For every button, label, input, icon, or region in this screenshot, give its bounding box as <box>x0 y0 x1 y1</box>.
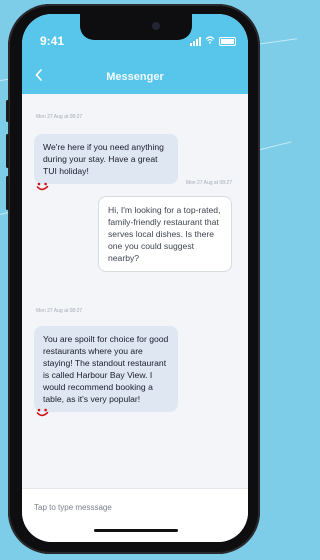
message-timestamp: Mon 27 Aug at 08:27 <box>36 114 83 120</box>
agent-message-bubble: You are spoilt for choice for good resta… <box>34 326 178 412</box>
page-title: Messenger <box>106 71 164 83</box>
phone-side-button <box>6 100 9 122</box>
signal-icon <box>190 36 201 46</box>
status-time: 9:41 <box>40 34 65 48</box>
phone-screen: 9:41 Messenger Mon 27 Aug at 08:27 We're… <box>22 14 248 542</box>
agent-message-bubble: We're here if you need anything during y… <box>34 134 178 184</box>
message-timestamp: Mon 27 Aug at 08:27 <box>36 308 83 314</box>
messenger-header: Messenger <box>22 60 248 94</box>
message-timestamp: Mon 27 Aug at 08:27 <box>185 180 232 186</box>
home-indicator <box>94 529 178 532</box>
tui-logo-icon <box>36 408 49 417</box>
wifi-icon <box>205 36 215 46</box>
message-input-bar[interactable]: Tap to type messsage <box>22 488 248 542</box>
user-message-bubble: Hi, I'm looking for a top-rated, family-… <box>98 196 232 272</box>
message-list: Mon 27 Aug at 08:27 We're here if you ne… <box>22 98 248 498</box>
phone-notch <box>80 14 192 40</box>
status-icons <box>190 36 236 46</box>
battery-icon <box>219 36 236 46</box>
phone-side-button <box>6 134 9 168</box>
chevron-left-icon[interactable] <box>32 69 46 83</box>
tui-logo-icon <box>36 182 49 191</box>
phone-side-button <box>6 176 9 210</box>
camera-icon <box>152 22 160 30</box>
message-input[interactable]: Tap to type messsage <box>34 503 112 512</box>
